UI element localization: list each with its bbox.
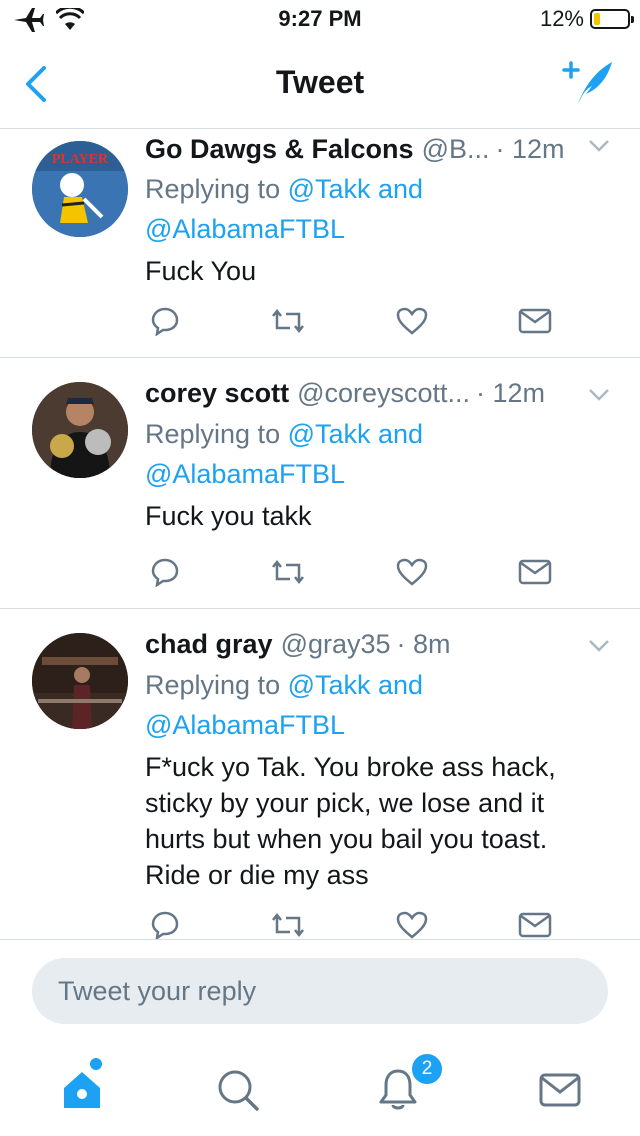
tweet-item[interactable]: PLAYER Go Dawgs & Falcons @B... · 12m Re… bbox=[0, 129, 640, 358]
envelope-icon[interactable] bbox=[515, 905, 555, 939]
envelope-icon bbox=[538, 1072, 582, 1113]
tweet-text-line: F*uck yo Tak. You broke ass hack, bbox=[145, 752, 556, 782]
tweet-text: Fuck you takk bbox=[145, 501, 312, 531]
replying-to: Replying to @Takk and bbox=[145, 414, 610, 454]
retweet-icon[interactable] bbox=[268, 552, 308, 592]
tweet-text-line: hurts but when you bail you toast. bbox=[145, 824, 548, 854]
timestamp: · 8m bbox=[396, 629, 451, 659]
notifications-badge: 2 bbox=[410, 1052, 444, 1086]
reply-icon[interactable] bbox=[145, 301, 185, 341]
reply-input[interactable] bbox=[32, 958, 608, 1024]
envelope-icon[interactable] bbox=[515, 552, 555, 592]
avatar[interactable] bbox=[32, 633, 128, 729]
heart-icon[interactable] bbox=[392, 905, 432, 939]
page-title: Tweet bbox=[275, 64, 365, 100]
tweet-text-line: sticky by your pick, we lose and it bbox=[145, 788, 545, 818]
handle[interactable]: @gray35 bbox=[281, 629, 391, 660]
display-name[interactable]: corey scott bbox=[145, 378, 289, 409]
avatar[interactable]: PLAYER bbox=[32, 141, 128, 237]
heart-icon[interactable] bbox=[392, 301, 432, 341]
replies-feed[interactable]: PLAYER Go Dawgs & Falcons @B... · 12m Re… bbox=[0, 129, 640, 939]
replying-to: Replying to @Takk and bbox=[145, 169, 610, 209]
tweet-text: Fuck You bbox=[145, 256, 257, 286]
retweet-icon[interactable] bbox=[268, 905, 308, 939]
tweet-actions bbox=[145, 301, 555, 341]
nav-bar: Tweet bbox=[0, 40, 640, 129]
tab-home[interactable] bbox=[52, 1062, 112, 1122]
home-icon bbox=[60, 1068, 104, 1117]
reply-mention[interactable]: @AlabamaFTBL bbox=[145, 710, 345, 740]
handle[interactable]: @B... bbox=[422, 129, 490, 169]
display-name[interactable]: chad gray bbox=[145, 629, 273, 660]
chevron-down-icon[interactable] bbox=[588, 139, 610, 158]
tab-bar: 2 bbox=[0, 1040, 640, 1136]
replying-to: Replying to @Takk and bbox=[145, 665, 610, 705]
replying-prefix: Replying to bbox=[145, 670, 288, 700]
reply-mention[interactable]: @AlabamaFTBL bbox=[145, 459, 345, 489]
avatar-label: PLAYER bbox=[52, 152, 109, 167]
tweet-actions bbox=[145, 905, 555, 939]
tweet-item[interactable]: chad gray @gray35 · 8m Replying to @Takk… bbox=[0, 609, 640, 939]
reply-mention[interactable]: @Takk and bbox=[288, 419, 423, 449]
reply-icon[interactable] bbox=[145, 905, 185, 939]
chevron-down-icon[interactable] bbox=[588, 639, 610, 658]
retweet-icon[interactable] bbox=[268, 301, 308, 341]
search-icon bbox=[216, 1068, 260, 1117]
reply-mention[interactable]: @AlabamaFTBL bbox=[145, 214, 345, 244]
handle[interactable]: @coreyscott... bbox=[297, 378, 470, 409]
new-content-dot bbox=[90, 1058, 102, 1070]
tweet-item[interactable]: corey scott @coreyscott... · 12m Replyin… bbox=[0, 358, 640, 609]
avatar[interactable] bbox=[32, 382, 128, 478]
heart-icon[interactable] bbox=[392, 552, 432, 592]
tweet-text-line: Ride or die my ass bbox=[145, 860, 369, 890]
tweet-text: F*uck yo Tak. You broke ass hack, sticky… bbox=[145, 749, 610, 893]
reply-mention[interactable]: @Takk and bbox=[288, 670, 423, 700]
replying-prefix: Replying to bbox=[145, 174, 288, 204]
replying-prefix: Replying to bbox=[145, 419, 288, 449]
battery-percent: 12% bbox=[539, 6, 584, 31]
battery-fill bbox=[594, 13, 600, 25]
reply-icon[interactable] bbox=[145, 552, 185, 592]
status-bar: 9:27 PM 12% bbox=[0, 0, 640, 40]
chevron-down-icon[interactable] bbox=[588, 388, 610, 407]
timestamp: · 12m bbox=[495, 134, 565, 164]
tab-search[interactable] bbox=[208, 1062, 268, 1122]
timestamp: · 12m bbox=[476, 378, 546, 408]
battery-icon bbox=[590, 9, 634, 29]
display-name[interactable]: Go Dawgs & Falcons bbox=[145, 129, 414, 169]
reply-mention[interactable]: @Takk and bbox=[288, 174, 423, 204]
tab-messages[interactable] bbox=[530, 1062, 590, 1122]
tweet-actions bbox=[145, 552, 555, 592]
compose-tweet-icon[interactable] bbox=[562, 58, 614, 113]
reply-bar bbox=[0, 939, 640, 1040]
envelope-icon[interactable] bbox=[515, 301, 555, 341]
